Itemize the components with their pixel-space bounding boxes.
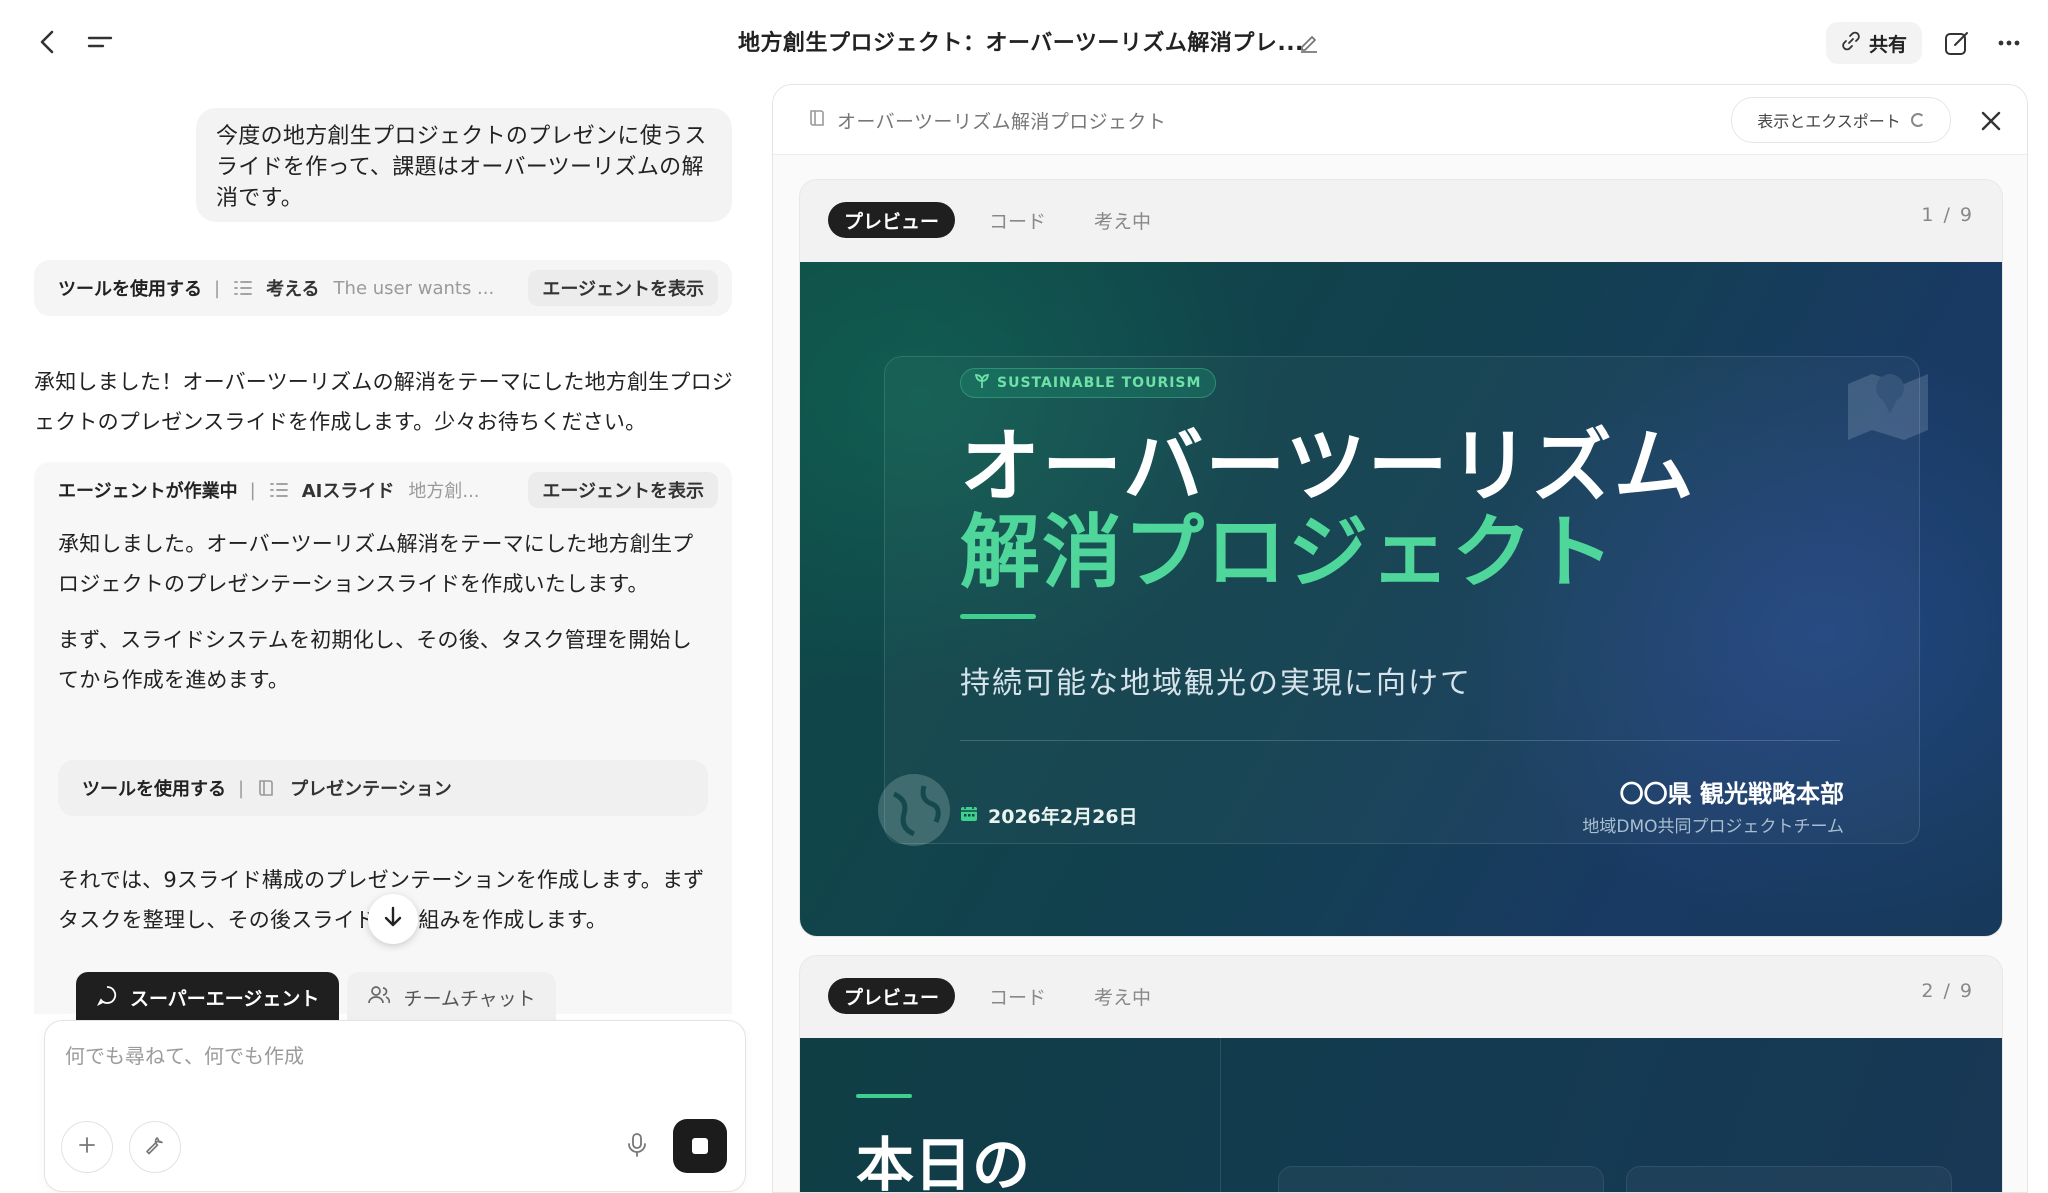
sustainable-tourism-badge: SUSTAINABLE TOURISM bbox=[960, 368, 1217, 398]
slide-view-tabs: プレビュー コード 考え中 bbox=[828, 978, 1165, 1014]
share-label: 共有 bbox=[1868, 33, 1907, 56]
stop-generation-button[interactable] bbox=[673, 1119, 727, 1173]
show-agent-button[interactable]: エージェントを表示 bbox=[528, 472, 718, 508]
loading-spinner-icon bbox=[1910, 113, 1925, 127]
badge-label: SUSTAINABLE TOURISM bbox=[997, 375, 1202, 391]
wrench-icon bbox=[144, 1134, 166, 1160]
more-options-icon[interactable] bbox=[1988, 22, 2030, 64]
preview-header: オーバーツーリズム解消プロジェクト 表示とエクスポート bbox=[773, 85, 2027, 155]
slide-date: 2026年2月26日 bbox=[960, 802, 1138, 829]
slide-divider bbox=[1220, 1038, 1221, 1192]
export-label: 表示とエクスポート bbox=[1757, 112, 1901, 131]
slide-title-line2: 解消プロジェクト bbox=[960, 506, 1616, 599]
stop-icon bbox=[692, 1138, 708, 1154]
user-message: 今度の地方創生プロジェクトのプレゼンに使うスライドを作って、課題はオーバーツーリ… bbox=[196, 108, 732, 222]
presentation-label: プレゼンテーション bbox=[290, 779, 452, 800]
tab-preview[interactable]: プレビュー bbox=[828, 978, 956, 1014]
close-icon[interactable] bbox=[1973, 103, 2009, 139]
attach-button[interactable] bbox=[61, 1121, 113, 1173]
tool-usage-label: ツールを使用する bbox=[58, 279, 202, 300]
microphone-icon bbox=[626, 1131, 648, 1163]
page-title: 地方創生プロジェクト：オーバーツーリズム解消プレ... bbox=[738, 31, 1304, 56]
message-input[interactable] bbox=[65, 1039, 725, 1073]
slide-canvas: SUSTAINABLE TOURISM オーバーツーリズム 解消プロジェクト 持… bbox=[800, 262, 2002, 936]
share-button[interactable]: 共有 bbox=[1826, 22, 1922, 64]
agent-status: エージェントが作業中 bbox=[58, 481, 238, 502]
chat-bubble-icon bbox=[96, 984, 118, 1011]
slide-organization: 〇〇県 観光戦略本部 bbox=[1619, 780, 1844, 808]
agent-card-header: エージェントが作業中 | AIスライド 地方創... エージェントを表示 bbox=[34, 462, 732, 518]
slide-card: プレビュー コード 考え中 1 / 9 SUSTAINABLE TOURISM … bbox=[799, 179, 2003, 937]
content-card bbox=[1278, 1166, 1604, 1192]
checklist-icon bbox=[268, 479, 290, 501]
think-label: 考える bbox=[266, 279, 320, 300]
title-accent-bar bbox=[856, 1094, 912, 1098]
slide-title: 本日の bbox=[856, 1131, 1031, 1193]
tab-code[interactable]: コード bbox=[975, 202, 1060, 238]
agent-paragraph: 承知しました。オーバーツーリズム解消をテーマにした地方創生プロジェクトのプレゼン… bbox=[58, 532, 694, 596]
scroll-down-button[interactable] bbox=[368, 894, 418, 944]
map-pin-icon bbox=[1840, 354, 1936, 450]
preview-title: オーバーツーリズム解消プロジェクト bbox=[807, 107, 1166, 134]
slide-preview-panel: オーバーツーリズム解消プロジェクト 表示とエクスポート プレビュー コード 考え… bbox=[772, 84, 2028, 1193]
slide-view-tabs: プレビュー コード 考え中 bbox=[828, 202, 1165, 238]
slide-title-line1: オーバーツーリズム bbox=[960, 420, 1696, 513]
thinking-preview: The user wants ... bbox=[333, 277, 495, 299]
sidebar-menu-icon[interactable] bbox=[82, 22, 118, 62]
separator: | bbox=[214, 277, 221, 299]
arrow-down-icon bbox=[383, 905, 403, 933]
compose-icon[interactable] bbox=[1936, 22, 1978, 64]
microphone-button[interactable] bbox=[615, 1125, 659, 1169]
separator: | bbox=[238, 777, 245, 799]
book-icon bbox=[256, 778, 276, 798]
chat-panel: 今度の地方創生プロジェクトのプレゼンに使うスライドを作って、課題はオーバーツーリ… bbox=[0, 84, 760, 1193]
tab-team-chat[interactable]: チームチャット bbox=[347, 972, 556, 1022]
tools-button[interactable] bbox=[129, 1121, 181, 1173]
presentation-tool-pill[interactable]: ツールを使用する | プレゼンテーション bbox=[58, 760, 708, 816]
tab-thinking[interactable]: 考え中 bbox=[1080, 978, 1165, 1014]
agent-paragraph: まず、スライドシステムを初期化し、その後、タスク管理を開始してから作成を進めます… bbox=[58, 628, 692, 692]
slide-counter: 1 / 9 bbox=[1921, 204, 1974, 226]
back-arrow-icon[interactable] bbox=[30, 22, 66, 62]
tab-code[interactable]: コード bbox=[975, 978, 1060, 1014]
slide-date-text: 2026年2月26日 bbox=[988, 806, 1138, 828]
view-export-button[interactable]: 表示とエクスポート bbox=[1731, 97, 1951, 143]
title-accent-bar bbox=[960, 614, 1036, 619]
slide-canvas: 本日の bbox=[800, 1038, 2002, 1193]
separator: | bbox=[249, 479, 256, 501]
tab-thinking[interactable]: 考え中 bbox=[1080, 202, 1165, 238]
calendar-icon bbox=[960, 804, 978, 827]
tool-usage-label: ツールを使用する bbox=[82, 779, 226, 800]
agent-task-preview: 地方創... bbox=[408, 481, 480, 502]
slide-divider bbox=[960, 740, 1840, 741]
mode-tabs: スーパーエージェント チームチャット bbox=[76, 972, 556, 1022]
people-icon bbox=[367, 984, 391, 1011]
slide-subtitle: 持続可能な地域観光の実現に向けて bbox=[960, 666, 1472, 701]
agent-tool-name: AIスライド bbox=[301, 481, 395, 502]
tab-label: チームチャット bbox=[403, 987, 536, 1010]
slide-team: 地域DMO共同プロジェクトチーム bbox=[1582, 817, 1844, 837]
pencil-icon[interactable] bbox=[1292, 24, 1326, 60]
globe-icon bbox=[874, 770, 954, 850]
tab-super-agent[interactable]: スーパーエージェント bbox=[76, 972, 340, 1022]
content-card bbox=[1626, 1166, 1952, 1192]
link-icon bbox=[1841, 31, 1861, 56]
plus-icon bbox=[77, 1135, 97, 1159]
assistant-message: 承知しました！オーバーツーリズムの解消をテーマにした地方創生プロジェクトのプレゼ… bbox=[34, 370, 733, 434]
sprout-icon bbox=[974, 373, 990, 393]
slide-card: プレビュー コード 考え中 2 / 9 本日の bbox=[799, 955, 2003, 1193]
preview-title-text: オーバーツーリズム解消プロジェクト bbox=[837, 111, 1167, 133]
checklist-icon bbox=[232, 277, 254, 299]
book-icon bbox=[807, 108, 827, 133]
tab-label: スーパーエージェント bbox=[130, 987, 320, 1010]
slide-counter: 2 / 9 bbox=[1921, 980, 1974, 1002]
top-bar: 地方創生プロジェクト：オーバーツーリズム解消プレ... 共有 bbox=[0, 0, 2048, 84]
agent-card-text: 承知しました。オーバーツーリズム解消をテーマにした地方創生プロジェクトのプレゼン… bbox=[58, 524, 708, 716]
tool-usage-pill: ツールを使用する | 考える The user wants ... エージェント… bbox=[34, 260, 732, 316]
show-agent-button[interactable]: エージェントを表示 bbox=[528, 270, 718, 306]
message-composer bbox=[44, 1020, 746, 1192]
tab-preview[interactable]: プレビュー bbox=[828, 202, 956, 238]
